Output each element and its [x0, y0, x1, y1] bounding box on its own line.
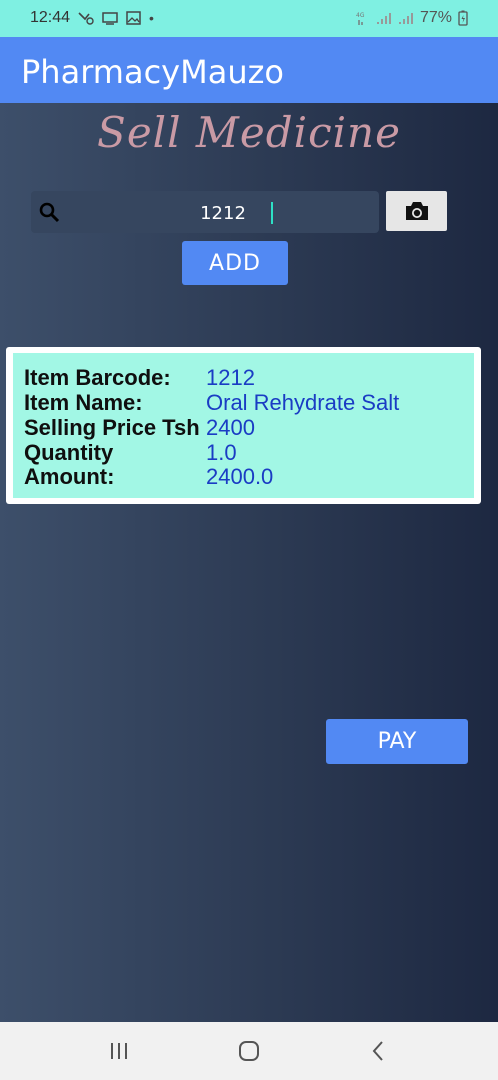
selling-price-label: Selling Price Tsh [24, 415, 200, 440]
battery-percent: 77% [419, 9, 452, 26]
back-button[interactable] [358, 1036, 398, 1066]
status-bar: 12:44 • 4G 77% [0, 0, 498, 37]
item-barcode-label: Item Barcode: [24, 365, 171, 390]
svg-text:4G: 4G [356, 12, 365, 19]
status-time: 12:44 [30, 9, 71, 26]
navigation-bar [0, 1022, 498, 1080]
status-right: 4G 77% [356, 9, 468, 27]
amount-label: Amount: [24, 464, 115, 489]
camera-scan-button[interactable] [386, 191, 447, 231]
quantity-label: Quantity [24, 440, 114, 465]
app-bar: PharmacyMauzo [0, 37, 498, 103]
quantity-value: 1.0 [206, 440, 237, 465]
item-barcode-value: 1212 [206, 365, 255, 390]
screen-heading: Sell Medicine [97, 108, 401, 157]
item-name-label: Item Name: [24, 390, 143, 415]
search-icon [39, 202, 60, 223]
add-button[interactable]: ADD [182, 241, 288, 285]
notification-dot: • [149, 10, 154, 26]
screen-cast-icon [102, 11, 118, 25]
amount-value: 2400.0 [206, 464, 274, 489]
home-icon [239, 1041, 259, 1061]
search-box [31, 191, 379, 235]
barcode-search-input[interactable] [71, 191, 375, 235]
pay-button[interactable]: PAY [326, 719, 468, 764]
gallery-icon [126, 11, 141, 25]
selling-price-value: 2400 [206, 415, 255, 440]
item-name-value: Oral Rehydrate Salt [206, 390, 400, 415]
battery-charging-icon [458, 10, 468, 26]
main-content: Sell Medicine ADD Item Barcode: 1212 Ite… [0, 103, 498, 1022]
item-details-panel: Item Barcode: 1212 Item Name: Oral Rehyd… [13, 353, 474, 498]
status-left: 12:44 • [30, 9, 154, 27]
recents-icon [111, 1043, 127, 1059]
missed-call-icon [78, 11, 94, 25]
item-details-card: Item Barcode: 1212 Item Name: Oral Rehyd… [6, 347, 481, 504]
signal-icon-2 [398, 11, 414, 25]
home-button[interactable] [229, 1036, 269, 1066]
app-title: PharmacyMauzo [21, 53, 284, 91]
text-cursor [271, 202, 273, 224]
signal-icon-1 [376, 11, 392, 25]
back-icon [372, 1041, 383, 1061]
recents-button[interactable] [99, 1036, 139, 1066]
camera-icon [405, 202, 428, 220]
vowifi-icon: 4G [356, 10, 370, 26]
